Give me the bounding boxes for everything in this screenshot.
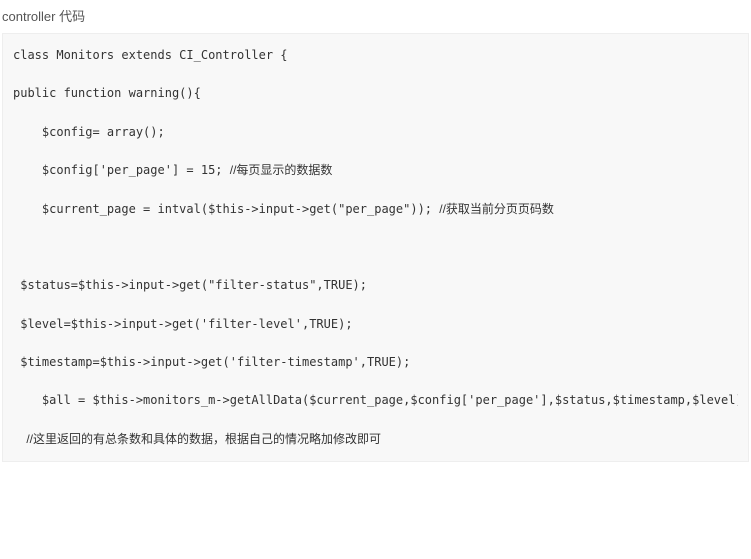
code-comment: //这里返回的有总条数和具体的数据，根据自己的情况略加修改即可: [13, 432, 381, 446]
code-line: $status=$this->input->get("filter-status…: [13, 278, 367, 292]
code-block: class Monitors extends CI_Controller { p…: [2, 33, 749, 462]
code-line: $current_page = intval($this->input->get…: [13, 202, 439, 216]
code-line: $config= array();: [13, 125, 165, 139]
code-comment: //每页显示的数据数: [230, 163, 333, 177]
section-title: controller 代码: [0, 0, 751, 33]
code-line: public function warning(){: [13, 86, 201, 100]
code-content: class Monitors extends CI_Controller { p…: [13, 46, 738, 449]
code-line: $all = $this->monitors_m->getAllData($cu…: [13, 393, 738, 407]
code-comment: //获取当前分页页码数: [439, 202, 554, 216]
code-line: class Monitors extends CI_Controller {: [13, 48, 288, 62]
code-line: $level=$this->input->get('filter-level',…: [13, 317, 353, 331]
code-line: $config['per_page'] = 15;: [13, 163, 230, 177]
code-line: $timestamp=$this->input->get('filter-tim…: [13, 355, 410, 369]
